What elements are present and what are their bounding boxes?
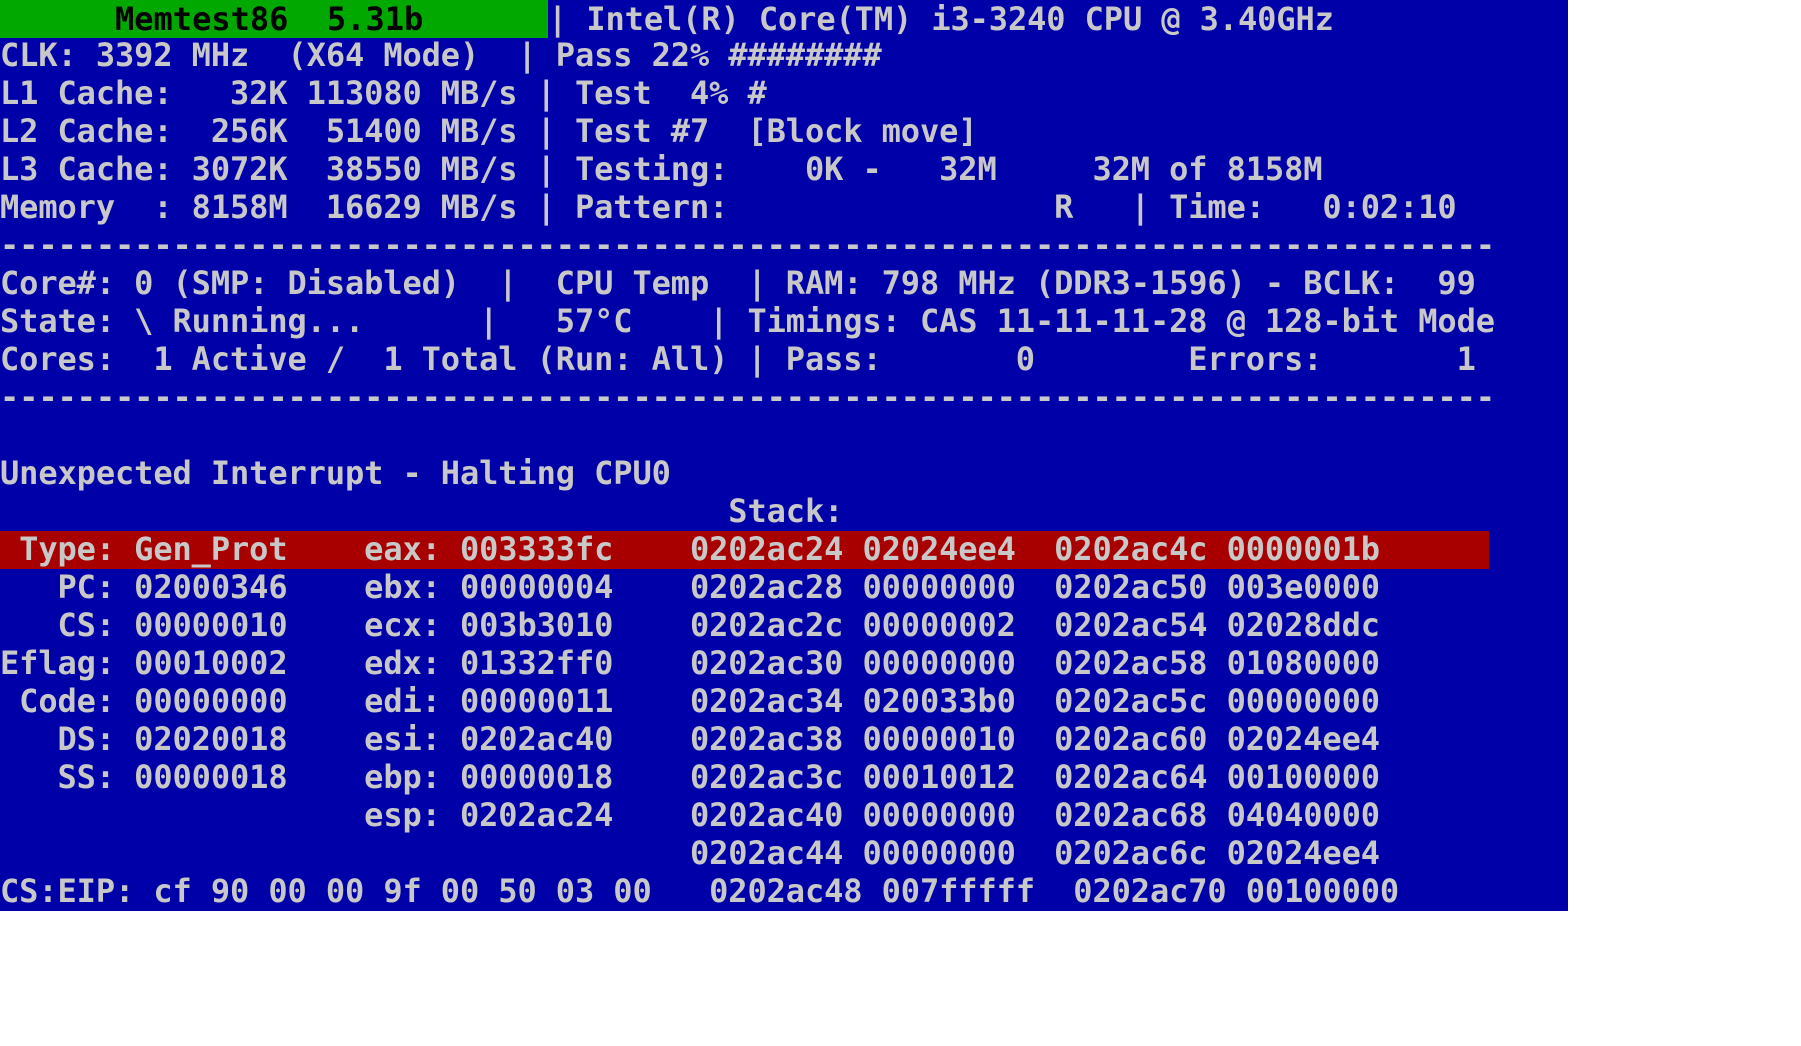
cpu-model: | Intel(R) Core(TM) i3-3240 CPU @ 3.40GH… xyxy=(548,0,1334,38)
register-row-pc: PC: 02000346 ebx: 00000004 0202ac28 0000… xyxy=(0,568,1380,606)
separator-bottom: ----------------------------------------… xyxy=(0,378,1495,416)
register-row-esp: esp: 0202ac24 0202ac40 00000000 0202ac68… xyxy=(0,796,1380,834)
error-message: Unexpected Interrupt - Halting CPU0 xyxy=(0,454,671,492)
l3-cache-line: L3 Cache: 3072K 38550 MB/s | Testing: 0K… xyxy=(0,150,1323,188)
register-row-eflag: Eflag: 00010002 edx: 01332ff0 0202ac30 0… xyxy=(0,644,1380,682)
l2-cache-line: L2 Cache: 256K 51400 MB/s | Test #7 [Blo… xyxy=(0,112,978,150)
register-row-cs: CS: 00000010 ecx: 003b3010 0202ac2c 0000… xyxy=(0,606,1380,644)
cores-line: Cores: 1 Active / 1 Total (Run: All) | P… xyxy=(0,340,1476,378)
separator-top: ----------------------------------------… xyxy=(0,226,1495,264)
margin-bottom xyxy=(0,911,1568,1046)
register-row-code: Code: 00000000 edi: 00000011 0202ac34 02… xyxy=(0,682,1380,720)
register-row-ss: SS: 00000018 ebp: 00000018 0202ac3c 0001… xyxy=(0,758,1380,796)
cs-eip-line: CS:EIP: cf 90 00 00 9f 00 50 03 00 0202a… xyxy=(0,872,1400,910)
app-title: Memtest86 5.31b xyxy=(115,0,424,38)
margin-right xyxy=(1568,0,1801,1046)
clk-line: CLK: 3392 MHz (X64 Mode) | Pass 22% ####… xyxy=(0,36,882,74)
memtest-screen: Memtest86 5.31b | Intel(R) Core(TM) i3-3… xyxy=(0,0,1568,911)
memory-line: Memory : 8158M 16629 MB/s | Pattern: R |… xyxy=(0,188,1457,226)
register-row-ds: DS: 02020018 esi: 0202ac40 0202ac38 0000… xyxy=(0,720,1380,758)
stack-label: Stack: xyxy=(0,492,844,530)
stack-row: 0202ac44 00000000 0202ac6c 02024ee4 xyxy=(0,834,1380,872)
core-line: Core#: 0 (SMP: Disabled) | CPU Temp | RA… xyxy=(0,264,1476,302)
state-line: State: \ Running... | 57°C | Timings: CA… xyxy=(0,302,1495,340)
l1-cache-line: L1 Cache: 32K 113080 MB/s | Test 4% # xyxy=(0,74,767,112)
register-row-type: Type: Gen_Prot eax: 003333fc 0202ac24 02… xyxy=(0,530,1380,568)
